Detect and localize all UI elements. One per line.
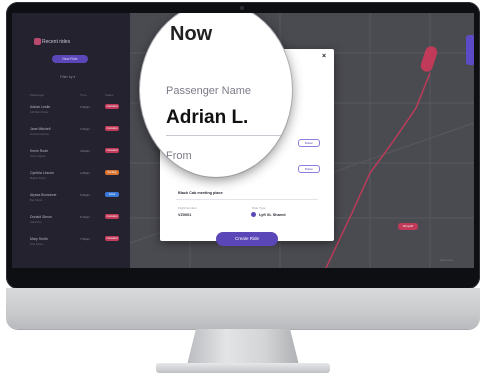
status-badge: Cancelled <box>105 214 119 219</box>
sidebar-title: Recent rides <box>42 39 71 45</box>
from-label: From <box>166 150 192 162</box>
ride-list-item[interactable]: Kevin Rode Union Square 4:00pm Cancelled <box>12 145 130 167</box>
map-dropoff-label: Dropoff <box>398 223 418 230</box>
ride-passenger-name: Mary Smith <box>30 237 48 241</box>
passenger-name-input[interactable]: Adrian L. <box>166 107 248 129</box>
ride-address: Bay Street <box>30 199 43 202</box>
ride-time: 4:00pm <box>80 149 91 153</box>
ride-type-label: Ride Type <box>252 206 266 210</box>
zoom-control[interactable] <box>466 35 474 65</box>
monitor-stand <box>187 329 299 365</box>
ride-passenger-name: Alyssa Brundone <box>30 193 57 197</box>
passenger-name-label: Passenger Name <box>166 85 251 97</box>
ride-list: Adrian Leslie 123 Main Street 2:30pm Cancel… <box>12 101 130 261</box>
magnified-now-label: Now <box>170 23 213 45</box>
ride-address: Union Square <box>30 155 46 158</box>
column-header-time: Time <box>80 93 87 97</box>
ride-address: Pine Street <box>30 243 43 246</box>
ride-time: 3:15pm <box>80 127 91 131</box>
map-credit: Map data <box>440 258 453 262</box>
tag-button-2[interactable]: Button <box>298 165 320 173</box>
camera-icon <box>240 6 244 10</box>
status-badge: Cancelled <box>105 148 119 153</box>
ride-time: 2:30pm <box>80 105 91 109</box>
ride-time: 7:00pm <box>80 237 91 241</box>
ride-type-radio[interactable] <box>251 212 256 217</box>
status-badge: Pending <box>105 170 119 175</box>
ride-address: Fremont Avenue <box>30 133 49 136</box>
ride-address: Market Street <box>30 177 46 180</box>
create-ride-button[interactable]: Create Ride <box>216 232 278 246</box>
ride-list-item[interactable]: Cynthia Lincoln Market Street 4:45pm Pendin… <box>12 167 130 189</box>
sidebar: Recent rides New Ride Filter by ▾ Passen… <box>12 13 130 268</box>
monitor-chin <box>6 288 480 329</box>
status-badge: Cancelled <box>105 236 119 241</box>
filter-dropdown[interactable]: Filter by ▾ <box>60 75 75 79</box>
status-badge: Cancelled <box>105 104 119 109</box>
flight-number-input[interactable]: VZ0001 <box>178 213 191 217</box>
ride-list-item[interactable]: Donald Simon Oak Drive 6:10pm Cancelled <box>12 211 130 233</box>
status-badge: Cancelled <box>105 126 119 131</box>
flight-number-label: Flight Number <box>178 206 197 210</box>
ride-time: 4:45pm <box>80 171 91 175</box>
ride-address: Oak Drive <box>30 221 42 224</box>
ride-list-item[interactable]: Alyssa Brundone Bay Street 5:20pm Active <box>12 189 130 211</box>
close-icon[interactable]: × <box>322 53 326 60</box>
column-header-status: Status <box>105 93 114 97</box>
ride-list-item[interactable]: Adrian Leslie 123 Main Street 2:30pm Cancel… <box>12 101 130 123</box>
new-ride-button[interactable]: New Ride <box>52 55 88 63</box>
tag-button-1[interactable]: Button <box>298 139 320 147</box>
passenger-underline <box>166 135 292 136</box>
monitor-stand-base <box>156 363 330 373</box>
ride-passenger-name: Kevin Rode <box>30 149 49 153</box>
ride-list-item[interactable]: Jane Mitchell Fremont Avenue 3:15pm Cancell… <box>12 123 130 145</box>
column-header-passenger: Passenger <box>30 93 45 97</box>
divider <box>176 199 318 200</box>
ride-passenger-name: Adrian Leslie <box>30 105 51 109</box>
ride-time: 6:10pm <box>80 215 91 219</box>
ride-list-item[interactable]: Mary Smith Pine Street 7:00pm Cancelled <box>12 233 130 255</box>
ride-type-value: Lyft XL Shared <box>259 213 286 217</box>
ride-time: 5:20pm <box>80 193 91 197</box>
ride-passenger-name: Cynthia Lincoln <box>30 171 54 175</box>
address-value[interactable]: Black Cab meeting place <box>178 191 223 195</box>
ride-passenger-name: Jane Mitchell <box>30 127 51 131</box>
ride-address: 123 Main Street <box>30 111 49 114</box>
ride-passenger-name: Donald Simon <box>30 215 52 219</box>
status-badge: Active <box>105 192 119 197</box>
screen: Recent rides New Ride Filter by ▾ Passen… <box>12 13 474 268</box>
brand-logo-icon <box>34 38 41 45</box>
